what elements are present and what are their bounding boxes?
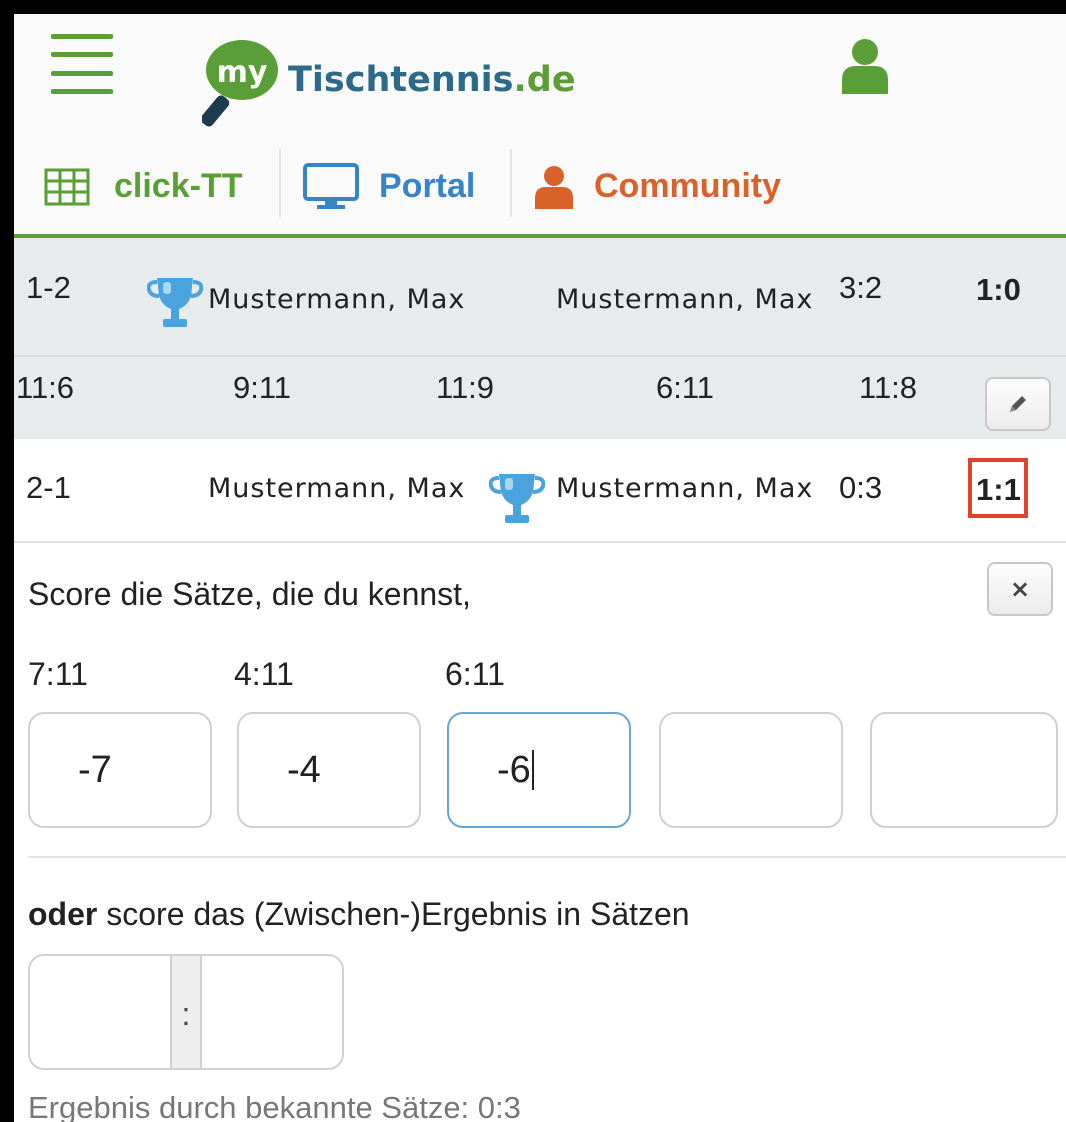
main-nav: click-TT Portal Community xyxy=(14,139,1066,239)
close-button[interactable]: × xyxy=(987,562,1053,616)
set-score: 11:6 xyxy=(16,370,75,405)
tab-portal-label: Portal xyxy=(379,167,476,205)
set-score: 11:8 xyxy=(859,370,918,405)
set-input-1[interactable]: -7 xyxy=(28,712,212,828)
result-input-right[interactable] xyxy=(202,956,342,1068)
highlight-box xyxy=(968,458,1028,518)
nav-divider xyxy=(510,149,512,217)
logo-wordmark: Tischtennis.de xyxy=(288,60,576,100)
edit-button[interactable] xyxy=(985,377,1051,431)
pencil-icon xyxy=(1010,396,1026,412)
result-prompt: oder score das (Zwischen-)Ergebnis in Sä… xyxy=(28,896,690,932)
tab-portal[interactable]: Portal xyxy=(303,139,475,234)
set-input-4[interactable] xyxy=(659,712,843,828)
match-pairing: 1-2 xyxy=(26,270,71,305)
result-input-group: : xyxy=(28,954,344,1070)
entry-prompt: Score die Sätze, die du kennst, xyxy=(28,576,471,612)
set-label: 7:11 xyxy=(28,656,88,692)
app-frame: my Tischtennis.de click-TT Portal Commun… xyxy=(0,0,1066,1122)
set-label: 4:11 xyxy=(234,656,294,692)
match-total-score: 1:0 xyxy=(976,272,1021,307)
tab-community[interactable]: Community xyxy=(534,139,781,234)
header: my Tischtennis.de xyxy=(14,14,1066,139)
text-cursor xyxy=(531,750,534,790)
set-score: 9:11 xyxy=(233,370,292,405)
tab-community-label: Community xyxy=(594,167,781,205)
known-result-text: Ergebnis durch bekannte Sätze: 0:3 xyxy=(28,1090,521,1122)
trophy-icon xyxy=(489,474,545,523)
svg-text:my: my xyxy=(217,55,268,90)
match-sets-score: 0:3 xyxy=(839,470,883,505)
close-icon: × xyxy=(1009,575,1031,603)
logo[interactable]: my Tischtennis.de xyxy=(200,30,632,135)
divider xyxy=(28,856,1066,858)
tab-click-tt[interactable]: click-TT xyxy=(44,139,242,234)
set-input-2[interactable]: -4 xyxy=(237,712,421,828)
set-label: 6:11 xyxy=(445,656,505,692)
set-score: 6:11 xyxy=(656,370,715,405)
match-sets-score: 3:2 xyxy=(839,270,883,305)
table-grid-icon xyxy=(44,168,90,205)
player-left-name: Mustermann, Max xyxy=(208,284,466,315)
monitor-icon xyxy=(303,162,359,209)
player-right-name: Mustermann, Max xyxy=(556,284,814,315)
set-score: 11:9 xyxy=(436,370,495,405)
user-icon xyxy=(535,165,573,209)
match-pairing: 2-1 xyxy=(26,470,71,505)
result-input-left[interactable] xyxy=(30,956,170,1068)
nav-divider xyxy=(279,149,281,217)
result-separator: : xyxy=(170,956,202,1068)
trophy-icon xyxy=(147,278,203,327)
tab-click-tt-label: click-TT xyxy=(114,167,243,205)
set-input-5[interactable] xyxy=(870,712,1058,828)
player-right-name: Mustermann, Max xyxy=(556,473,814,504)
player-left-name: Mustermann, Max xyxy=(208,473,466,504)
menu-icon[interactable] xyxy=(51,34,113,94)
user-account-icon[interactable] xyxy=(840,38,890,94)
set-input-3[interactable]: -6 xyxy=(447,712,631,828)
